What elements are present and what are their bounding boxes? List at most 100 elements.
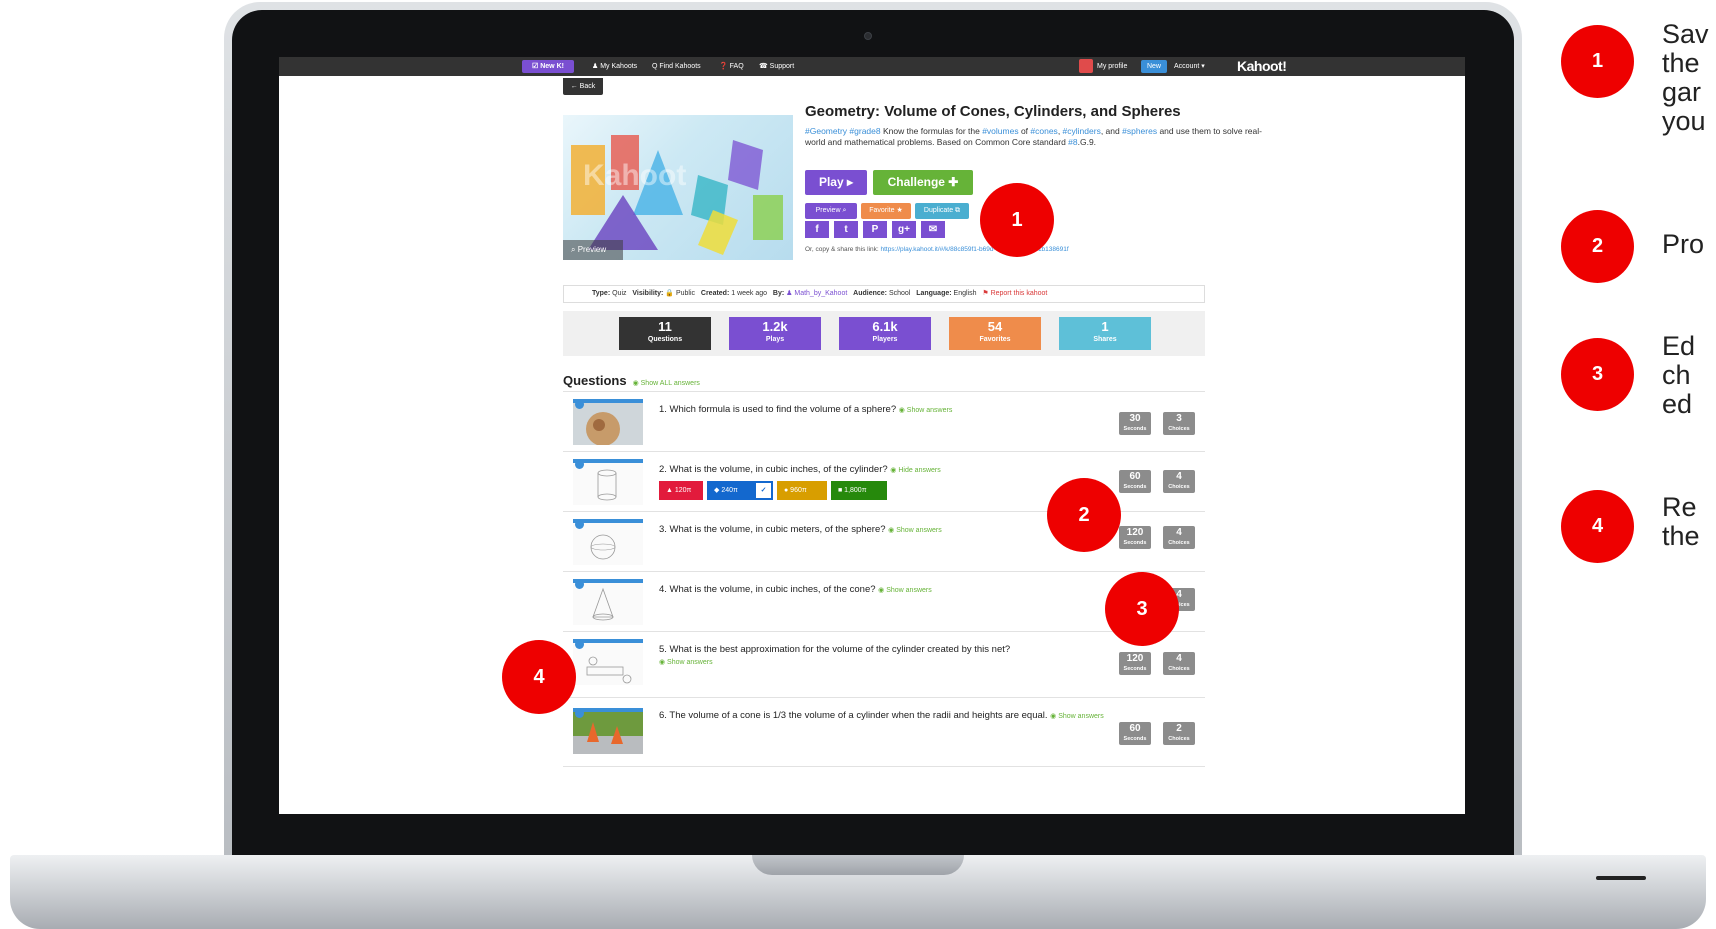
stat-value: 6.1k [872, 319, 898, 334]
choices-badge: 4 Choices [1163, 470, 1195, 493]
question-label: 3. What is the volume, in cubic meters, … [659, 524, 886, 535]
new-badge: New [1141, 60, 1167, 73]
tag-link[interactable]: #cones [1030, 126, 1057, 136]
seconds-badge: 120 Seconds [1119, 526, 1151, 549]
back-button[interactable]: ← Back [563, 78, 603, 95]
question-badge-icon [575, 712, 584, 718]
answer-label: ◆ 240π [714, 487, 738, 494]
seconds-badge: 120 Seconds [1119, 652, 1151, 675]
webcam-icon [864, 32, 872, 40]
choices-value: 4 [1176, 653, 1182, 664]
question-thumbnail [573, 579, 643, 625]
hide-answers-link[interactable]: ◉ Hide answers [890, 467, 940, 474]
callout-marker-1: 1 [980, 183, 1054, 257]
question-badge-icon [575, 583, 584, 589]
question-badge-icon [575, 523, 584, 529]
question-thumbnail [573, 459, 643, 505]
nav-faq[interactable]: ❓ FAQ [719, 60, 744, 73]
choices-badge: 2 Choices [1163, 722, 1195, 745]
legend-marker-4: 4 [1561, 490, 1634, 563]
answer-option[interactable]: ■ 1,800π [831, 481, 887, 500]
question-text: 3. What is the volume, in cubic meters, … [659, 524, 1109, 537]
report-link[interactable]: ⚑ Report this kahoot [982, 290, 1047, 297]
pinterest-share-icon[interactable]: P [863, 221, 887, 238]
facebook-share-icon[interactable]: f [805, 221, 829, 238]
stat-players: 6.1k Players [839, 317, 931, 350]
answer-option-correct[interactable]: ◆ 240π ✓ [707, 481, 773, 500]
question-label: 1. Which formula is used to find the vol… [659, 404, 897, 415]
show-all-answers-link[interactable]: ◉ Show ALL answers [633, 380, 700, 387]
new-kahoot-button[interactable]: ☑ New K! [522, 60, 574, 73]
globe-image-icon [573, 403, 643, 445]
choices-label: Choices [1168, 666, 1190, 672]
tag-link[interactable]: #8 [1068, 137, 1077, 147]
choices-badge: 3 Choices [1163, 412, 1195, 435]
question-thumbnail [573, 519, 643, 565]
nav-my-profile[interactable]: My profile [1097, 60, 1127, 73]
callout-marker-2: 2 [1047, 478, 1121, 552]
choices-badge: 4 Choices [1163, 526, 1195, 549]
answer-option[interactable]: ▲ 120π [659, 481, 703, 500]
tag-link[interactable]: #volumes [982, 126, 1018, 136]
nav-account-dropdown[interactable]: Account ▾ [1174, 60, 1205, 73]
desc-text: .G.9. [1077, 137, 1097, 147]
question-thumbnail [573, 399, 643, 445]
show-answers-link[interactable]: ◉ Show answers [659, 659, 713, 666]
choices-value: 3 [1176, 413, 1182, 424]
stat-plays: 1.2k Plays [729, 317, 821, 350]
stat-shares: 1 Shares [1059, 317, 1151, 350]
share-prefix: Or, copy & share this link: [805, 246, 881, 253]
favorite-button[interactable]: Favorite ★ [861, 203, 911, 219]
nav-support[interactable]: ☎ Support [759, 60, 794, 73]
desc-text: Know the formulas for the [880, 126, 983, 136]
profile-avatar-icon[interactable] [1079, 59, 1093, 73]
seconds-value: 60 [1129, 471, 1141, 482]
author-link[interactable]: ♟ Math_by_Kahoot [786, 290, 847, 297]
choices-label: Choices [1168, 540, 1190, 546]
tag-link[interactable]: #Geometry #grade8 [805, 126, 881, 136]
legend-text-2: Pro [1662, 229, 1705, 259]
show-answers-link[interactable]: ◉ Show answers [1050, 713, 1104, 720]
created-value: 1 week ago [731, 290, 768, 297]
legend-text-4: Re the [1662, 492, 1700, 551]
traffic-cones-photo-icon [573, 712, 643, 754]
top-navbar: ☑ New K! ♟ My Kahoots Q Find Kahoots ❓ F… [279, 57, 1465, 76]
cover-image[interactable]: Kahoot ⌕ Preview [563, 115, 793, 260]
seconds-label: Seconds [1123, 666, 1147, 672]
show-answers-link[interactable]: ◉ Show answers [899, 407, 953, 414]
kahoot-meta-bar: Type: Quiz Visibility: 🔒 Public Created:… [563, 285, 1205, 303]
question-row[interactable]: 6. The volume of a cone is 1/3 the volum… [563, 697, 1205, 767]
cylinder-net-icon [573, 643, 643, 685]
show-answers-link[interactable]: ◉ Show answers [878, 587, 932, 594]
question-row[interactable]: 5. What is the best approximation for th… [563, 631, 1205, 697]
tag-link[interactable]: #spheres [1122, 126, 1157, 136]
choices-label: Choices [1168, 426, 1190, 432]
nav-my-kahoots[interactable]: ♟ My Kahoots [592, 60, 637, 73]
legend-marker-1: 1 [1561, 25, 1634, 98]
seconds-value: 120 [1126, 653, 1144, 664]
callout-marker-3: 3 [1105, 572, 1179, 646]
choices-value: 4 [1176, 471, 1182, 482]
game-description: #Geometry #grade8 Know the formulas for … [805, 126, 1269, 148]
duplicate-button[interactable]: Duplicate ⧉ [915, 203, 969, 219]
question-text: 2. What is the volume, in cubic inches, … [659, 464, 1109, 477]
email-share-icon[interactable]: ✉ [921, 221, 945, 238]
seconds-label: Seconds [1123, 426, 1147, 432]
tag-link[interactable]: #cylinders [1063, 126, 1101, 136]
desc-text: , and [1100, 126, 1123, 136]
challenge-button[interactable]: Challenge ✚ [873, 170, 973, 195]
question-row[interactable]: 1. Which formula is used to find the vol… [563, 391, 1205, 451]
nav-find-kahoots[interactable]: Q Find Kahoots [652, 60, 701, 73]
show-answers-link[interactable]: ◉ Show answers [888, 527, 942, 534]
seconds-badge: 60 Seconds [1119, 470, 1151, 493]
question-badge-icon [575, 643, 584, 649]
googleplus-share-icon[interactable]: g+ [892, 221, 916, 238]
by-label: By: [772, 290, 785, 297]
kahoot-logo[interactable]: Kahoot! [1237, 59, 1287, 73]
twitter-share-icon[interactable]: t [834, 221, 858, 238]
cover-preview-button[interactable]: ⌕ Preview [563, 240, 623, 260]
play-button[interactable]: Play ▸ [805, 170, 867, 195]
answer-option[interactable]: ● 960π [777, 481, 827, 500]
preview-button[interactable]: Preview ⌕ [805, 203, 857, 219]
choices-label: Choices [1168, 736, 1190, 742]
